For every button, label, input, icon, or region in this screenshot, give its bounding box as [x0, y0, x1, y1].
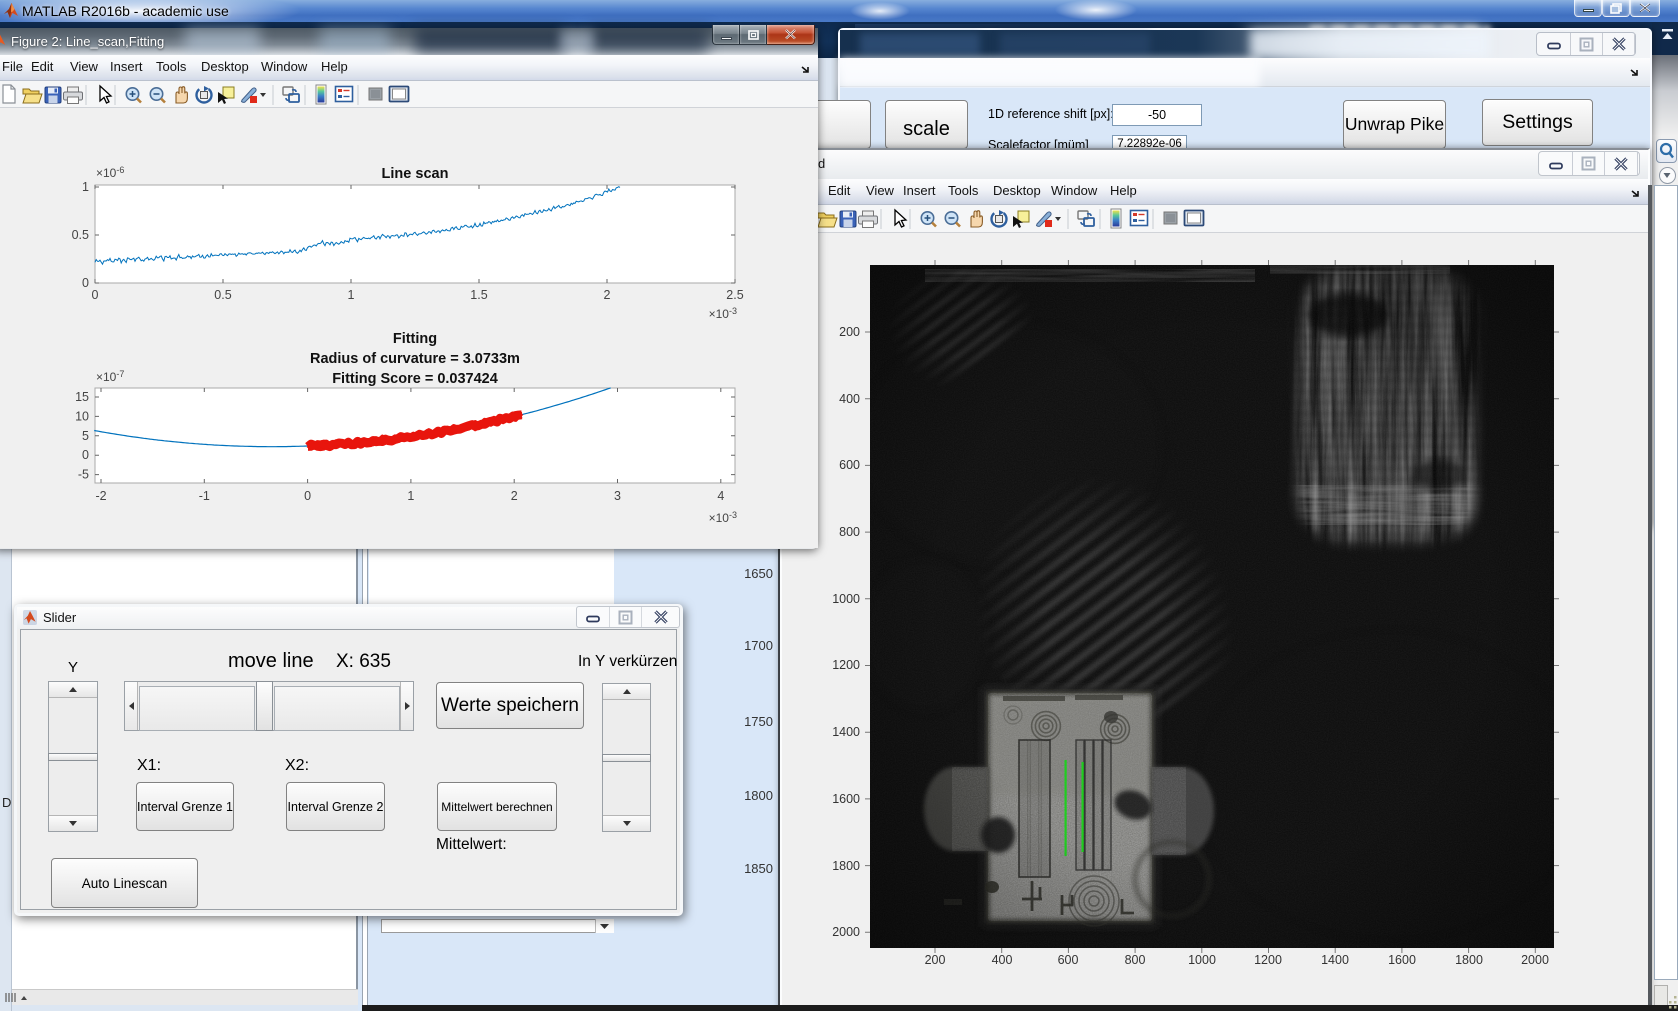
svg-text:1.5: 1.5 [470, 288, 487, 302]
svg-text:2: 2 [604, 288, 611, 302]
svg-text:1: 1 [348, 288, 355, 302]
svg-text:0: 0 [82, 276, 89, 290]
svg-text:Line scan: Line scan [382, 166, 449, 182]
svg-text:-5: -5 [78, 468, 89, 482]
svg-text:10: 10 [75, 409, 89, 423]
svg-text:0: 0 [82, 448, 89, 462]
svg-text:3: 3 [614, 489, 621, 503]
svg-text:Fitting Score = 0.037424: Fitting Score = 0.037424 [332, 371, 498, 387]
svg-text:1: 1 [407, 489, 414, 503]
svg-text:-2: -2 [95, 489, 106, 503]
svg-text:5: 5 [82, 429, 89, 443]
svg-text:0.5: 0.5 [72, 228, 89, 242]
svg-text:-1: -1 [199, 489, 210, 503]
svg-text:Radius of curvature = 3.0733m: Radius of curvature = 3.0733m [310, 351, 520, 367]
svg-text:0: 0 [304, 489, 311, 503]
svg-text:0.5: 0.5 [214, 288, 231, 302]
svg-text:2.5: 2.5 [726, 288, 743, 302]
svg-text:2: 2 [511, 489, 518, 503]
svg-text:1: 1 [82, 180, 89, 194]
svg-text:15: 15 [75, 390, 89, 404]
svg-text:Fitting: Fitting [393, 331, 437, 347]
svg-text:0: 0 [92, 288, 99, 302]
svg-text:4: 4 [717, 489, 724, 503]
